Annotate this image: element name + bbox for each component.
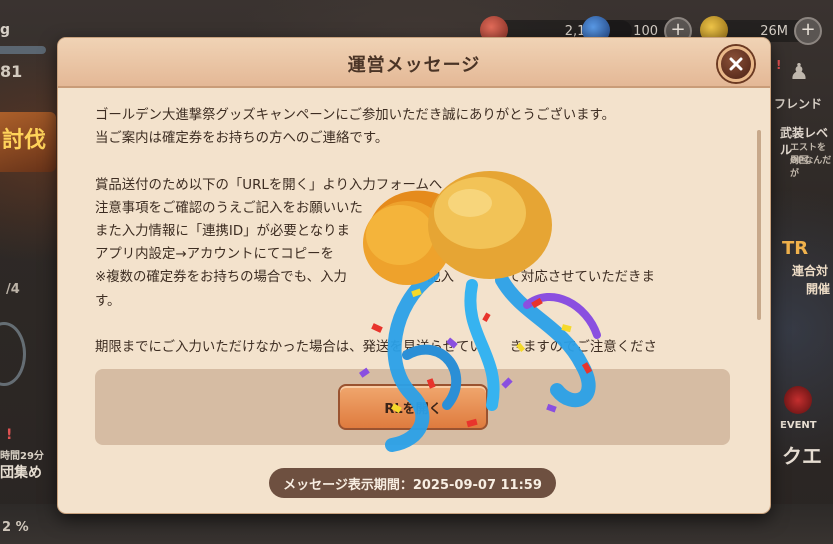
event-label: EVENT xyxy=(780,420,817,431)
player-exp-bar xyxy=(0,46,46,54)
add-gold-button[interactable]: + xyxy=(794,17,822,45)
message-line: ゴールデン大進撃祭グッズキャンペーンにご参加いただき誠にありがとうございます。 xyxy=(95,108,615,123)
timer-text: 時間29分 xyxy=(0,451,44,462)
quest-label: クエ xyxy=(782,444,822,468)
message-line: ※複数の確定券をお持ちの場合でも、入力 記入 て対応させていただきま xyxy=(95,270,655,286)
page-indicator: /4 xyxy=(6,282,20,297)
campaign-fragment-1: TR xyxy=(782,238,809,259)
friend-alert-icon: ! xyxy=(776,58,782,72)
friend-label: フレンド xyxy=(774,97,823,111)
event-icon[interactable] xyxy=(784,386,812,414)
message-line: 賞品送付のため以下の「URLを開く」より入力フォームへ いただき、 xyxy=(95,177,536,193)
display-period-label: メッセージ表示期間：2025-09-07 11:59 xyxy=(269,468,556,498)
gold-value: 26M xyxy=(760,23,788,39)
player-stat-fragment: 81 xyxy=(0,62,23,81)
operations-message-dialog: 運営メッセージ ゴールデン大進撃祭グッズキャンペーンにご参加いただき誠にありがと… xyxy=(58,38,770,513)
side-hint-2: OPなんだが xyxy=(790,156,832,179)
open-url-button[interactable]: RLを開く xyxy=(338,384,488,430)
message-line: また入力情報に「連携ID」が必要となりま xyxy=(95,224,350,239)
message-line: 当ご案内は確定券をお持ちの方へのご連絡です。 xyxy=(95,131,389,147)
campaign-fragment-2: 連合対 xyxy=(792,264,829,278)
alert-icon: ! xyxy=(6,427,13,443)
collect-label: 団集め xyxy=(0,465,42,481)
message-spacer xyxy=(95,150,720,173)
player-name-fragment: g xyxy=(0,22,11,38)
message-line: す。 xyxy=(95,293,121,309)
message-line: 期限までにご入力いただけなかった場合は、発送を見送らせてい きますのでご注意くだ… xyxy=(95,340,657,355)
message-scrollbar[interactable] xyxy=(757,130,761,320)
crystal-value: 100 xyxy=(633,23,658,39)
close-button[interactable] xyxy=(718,46,754,82)
close-icon xyxy=(729,57,743,71)
event-banner-text: 討伐 xyxy=(2,128,47,153)
message-spacer xyxy=(95,313,720,336)
percent-text: 2 % xyxy=(2,520,29,535)
dialog-title: 運営メッセージ xyxy=(347,55,481,76)
button-panel: RLを開く xyxy=(95,369,730,445)
message-line: 注意事項をご確認のうえご記入をお願いいた xyxy=(95,200,363,216)
message-body: ゴールデン大進撃祭グッズキャンペーンにご参加いただき誠にありがとうございます。 … xyxy=(95,104,720,366)
message-line: アプリ内設定→アカウントにてコピーを xyxy=(95,247,334,263)
campaign-fragment-3: 開催 xyxy=(806,282,831,296)
dialog-header: 運営メッセージ xyxy=(58,38,770,88)
friends-icon[interactable]: ♟ xyxy=(782,60,816,90)
